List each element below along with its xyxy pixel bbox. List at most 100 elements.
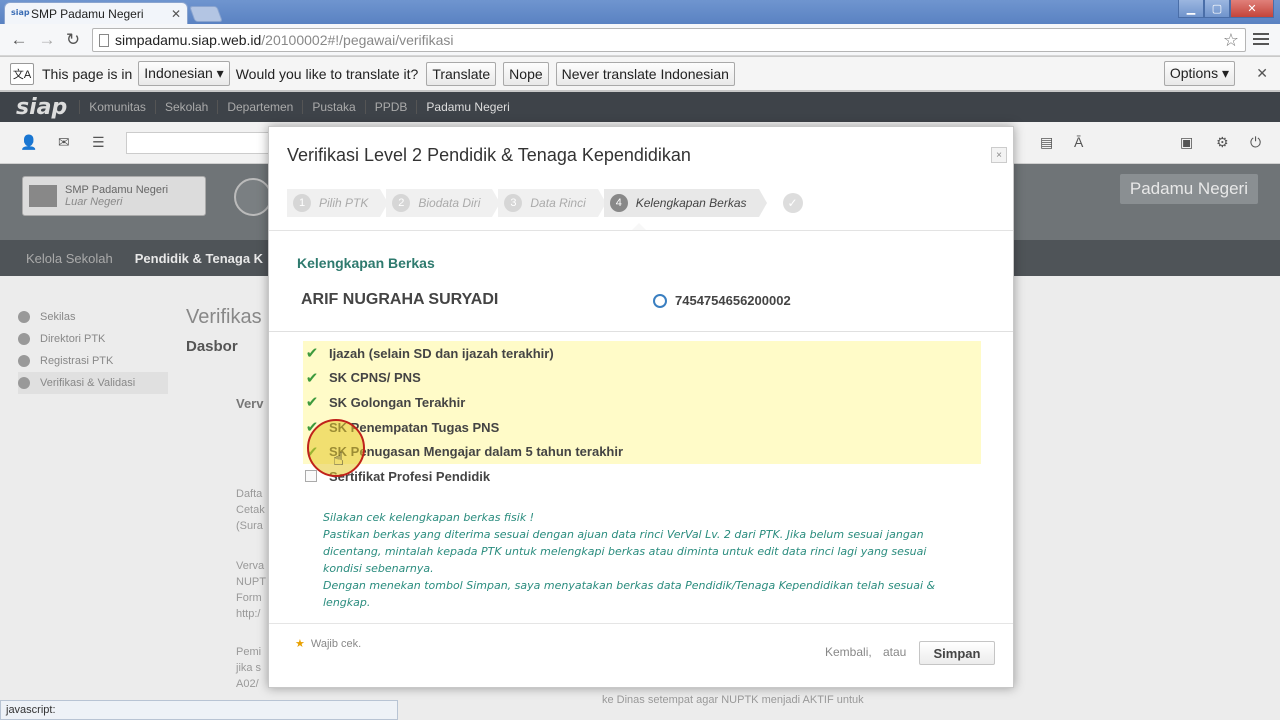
step-biodata-diri[interactable]: 2 Biodata Diri — [386, 189, 501, 217]
translate-question: Would you like to translate it? — [235, 65, 419, 82]
nav-komunitas[interactable]: Komunitas — [79, 100, 155, 114]
modal-close-icon[interactable]: × — [991, 147, 1007, 163]
person-icon — [18, 333, 30, 345]
school-name: SMP Padamu Negeri — [65, 184, 169, 196]
address-bar[interactable]: simpadamu.siap.web.id /20100002#!/pegawa… — [92, 28, 1246, 52]
translate-icon: 文A — [10, 62, 34, 85]
new-tab-button[interactable] — [189, 6, 223, 22]
required-note: ★ Wajib cek. — [295, 638, 362, 650]
list-icon[interactable]: ☰ — [92, 134, 110, 152]
checkbox-unchecked[interactable] — [305, 470, 317, 483]
options-button[interactable]: Options ▾ — [1163, 61, 1235, 86]
tab-close-icon[interactable]: ✕ — [171, 7, 181, 21]
checklist-item-sk-penugasan[interactable]: ✔ SK Penugasan Mengajar dalam 5 tahun te… — [303, 439, 981, 464]
translate-button[interactable]: Translate — [426, 61, 497, 86]
subnav-pendidik[interactable]: Pendidik & Tenaga K — [135, 251, 263, 266]
content-block1: Dafta Cetak (Sura — [236, 488, 265, 532]
step-circle-icon — [234, 178, 272, 216]
translate-prefix: This page is in — [42, 65, 133, 82]
sidebar: Sekilas Direktori PTK Registrasi PTK Ver… — [18, 306, 168, 394]
nav-departemen[interactable]: Departemen — [217, 100, 302, 114]
content-line-a: Verv — [236, 396, 264, 411]
step-done-check-icon: ✓ — [782, 193, 803, 213]
id-badge-icon — [653, 293, 667, 308]
checklist-item-sertifikat[interactable]: Sertifikat Profesi Pendidik — [303, 464, 981, 489]
close-window-button[interactable]: ✕ — [1230, 0, 1274, 18]
power-icon[interactable]: ⏻ — [1250, 134, 1268, 152]
content-block2: Verva NUPT Form http:/ — [236, 560, 266, 620]
back-arrow-icon[interactable]: ← — [8, 29, 30, 51]
person-name: ARIF NUGRAHA SURYADI — [301, 291, 499, 308]
content-block3: Pemi jika s A02/ — [236, 646, 262, 690]
sidebar-item-direktori[interactable]: Direktori PTK — [18, 328, 168, 350]
checkmark-icon[interactable]: ✔ — [305, 345, 319, 362]
search-input[interactable] — [126, 132, 276, 154]
never-translate-button[interactable]: Never translate Indonesian — [555, 61, 735, 86]
reload-icon[interactable]: ↻ — [62, 29, 84, 51]
notice-text: Silakan cek kelengkapan berkas fisik ! P… — [323, 511, 936, 609]
checklist-item-ijazah[interactable]: ✔ Ijazah (selain SD dan ijazah terakhir) — [303, 341, 981, 366]
language-select[interactable]: Indonesian ▾ — [138, 61, 230, 86]
nav-pustaka[interactable]: Pustaka — [302, 100, 364, 114]
modal-title: Verifikasi Level 2 Pendidik & Tenaga Kep… — [287, 145, 691, 165]
document-checklist: ✔ Ijazah (selain SD dan ijazah terakhir)… — [303, 341, 981, 489]
translate-close-icon[interactable]: ✕ — [1256, 65, 1268, 82]
school-icon — [29, 185, 57, 207]
checklist-item-sk-cpns[interactable]: ✔ SK CPNS/ PNS — [303, 365, 981, 391]
verification-modal: Verifikasi Level 2 Pendidik & Tenaga Kep… — [268, 126, 1014, 688]
save-button[interactable]: Simpan — [919, 641, 995, 665]
browser-toolbar: ← → ↻ simpadamu.siap.web.id /20100002#!/… — [0, 24, 1280, 56]
window-controls: ▁ ▢ ✕ — [1178, 0, 1274, 18]
user-icon[interactable]: 👤 — [20, 134, 38, 152]
nav-sekolah[interactable]: Sekolah — [154, 100, 217, 114]
checklist-item-sk-penempatan[interactable]: ✔ SK Penempatan Tugas PNS — [303, 414, 981, 440]
padamu-negeri-badge: Padamu Negeri — [1119, 174, 1258, 204]
content-footer-text: ke Dinas setempat agar NUPTK menjadi AKT… — [602, 694, 864, 706]
nav-padamu-negeri[interactable]: Padamu Negeri — [416, 100, 518, 114]
info-icon — [18, 311, 30, 323]
step-data-rinci[interactable]: 3 Data Rinci — [498, 189, 607, 217]
checkmark-icon[interactable]: ✔ — [305, 394, 319, 411]
browser-menu-icon[interactable] — [1252, 30, 1270, 48]
sidebar-item-sekilas[interactable]: Sekilas — [18, 306, 168, 328]
sidebar-item-verifikasi[interactable]: Verifikasi & Validasi — [18, 372, 168, 394]
bookmark-star-icon[interactable]: ☆ — [1223, 30, 1239, 51]
or-label: atau — [883, 645, 907, 659]
header-divider — [269, 230, 1013, 231]
status-bar: javascript: — [0, 700, 398, 720]
hand-cursor-icon: ☝ — [333, 449, 344, 469]
footer-divider — [269, 623, 1013, 624]
url-path: /20100002#!/pegawai/verifikasi — [261, 32, 454, 48]
content-title: Verifikas — [186, 306, 262, 328]
content-subtitle: Dasbor — [186, 338, 238, 355]
nope-button[interactable]: Nope — [503, 61, 549, 86]
step-pilih-ptk[interactable]: 1 Pilih PTK — [287, 189, 389, 217]
checklist-item-sk-golongan[interactable]: ✔ SK Golongan Terakhir — [303, 390, 981, 415]
minimize-button[interactable]: ▁ — [1178, 0, 1204, 18]
document-icon[interactable]: ▤ — [1040, 134, 1058, 152]
siap-logo[interactable]: siap — [16, 95, 67, 120]
forward-arrow-icon[interactable]: → — [36, 29, 58, 51]
step-kelengkapan-berkas[interactable]: 4 Kelengkapan Berkas — [603, 189, 767, 217]
browser-titlebar: siap SMP Padamu Negeri ✕ ▁ ▢ ✕ — [0, 0, 1280, 24]
section-divider — [269, 331, 1013, 332]
maximize-button[interactable]: ▢ — [1204, 0, 1230, 18]
checkmark-icon[interactable]: ✔ — [305, 370, 319, 387]
sidebar-item-registrasi[interactable]: Registrasi PTK — [18, 350, 168, 372]
tab-title: SMP Padamu Negeri — [31, 6, 144, 21]
school-selector[interactable]: SMP Padamu Negeri Luar Negeri — [22, 176, 206, 216]
box-icon[interactable]: ▣ — [1180, 134, 1198, 152]
nav-ppdb[interactable]: PPDB — [364, 100, 417, 114]
wizard-steps: 1 Pilih PTK 2 Biodata Diri 3 Data Rinci … — [287, 189, 803, 217]
register-icon — [18, 355, 30, 367]
checklist-icon — [18, 377, 30, 389]
nuptk-value: 7454754656200002 — [675, 293, 791, 308]
subnav-kelola-sekolah[interactable]: Kelola Sekolah — [26, 251, 113, 266]
font-icon[interactable]: Ā — [1074, 134, 1092, 152]
page-icon — [99, 33, 109, 47]
gear-icon[interactable]: ⚙ — [1216, 134, 1234, 152]
required-star-icon: ★ — [295, 638, 305, 650]
browser-tab[interactable]: siap SMP Padamu Negeri ✕ — [4, 2, 188, 24]
back-link[interactable]: Kembali, — [825, 645, 872, 659]
mail-icon[interactable]: ✉ — [58, 134, 76, 152]
